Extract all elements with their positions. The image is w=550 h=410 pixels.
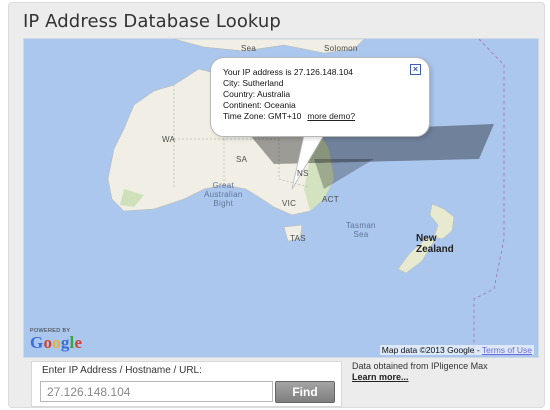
info-window: × Your IP address is 27.126.148.104 City…: [210, 57, 430, 137]
map-label-great-bight: Great Australian Bight: [204, 181, 243, 208]
map-label-tasman-sea: Tasman Sea: [346, 221, 376, 239]
close-icon[interactable]: ×: [410, 64, 421, 75]
google-logo[interactable]: POWERED BY Google: [30, 328, 82, 351]
city-line: City: Sutherland: [223, 78, 284, 88]
timezone-line: Time Zone: GMT+10 more demo?: [223, 111, 417, 122]
continent-line: Continent: Oceania: [223, 100, 296, 110]
map-label-act: ACT: [322, 195, 339, 204]
data-source-text: Data obtained from IPligence Max: [352, 361, 488, 371]
map-label-tas: TAS: [290, 234, 306, 243]
map-canvas[interactable]: Sea Solomon WA SA NS Great Australian Bi…: [23, 38, 539, 358]
country-line: Country: Australia: [223, 89, 291, 99]
lookup-form: Enter IP Address / Hostname / URL: Find: [31, 361, 342, 407]
map-label-new-zealand: New Zealand: [416, 233, 454, 255]
data-source-note: Data obtained from IPligence Max Learn m…: [352, 361, 488, 383]
map-data-text: Map data ©2013 Google -: [381, 345, 480, 355]
learn-more-link[interactable]: Learn more...: [352, 372, 488, 383]
lookup-widget: IP Address Database Lookup Sea Solomon W…: [8, 2, 545, 408]
google-wordmark: Google: [30, 333, 83, 352]
page-title: IP Address Database Lookup: [23, 11, 281, 32]
map-label-vic: VIC: [282, 199, 297, 208]
terms-of-use-link[interactable]: Terms of Use: [482, 345, 532, 355]
map-attribution: Map data ©2013 Google - Terms of Use: [379, 345, 534, 355]
lookup-label: Enter IP Address / Hostname / URL:: [42, 365, 202, 376]
timezone-text: Time Zone: GMT+10: [223, 111, 302, 121]
map-label-sa: SA: [236, 155, 248, 164]
ip-address-input[interactable]: [40, 381, 273, 402]
ip-address-line: Your IP address is 27.126.148.104: [223, 67, 353, 77]
map-label-nsw: NS: [297, 169, 309, 178]
more-demo-link[interactable]: more demo?: [307, 111, 355, 121]
map-label-sea: Sea: [241, 44, 257, 53]
map-label-wa: WA: [162, 135, 176, 144]
map-label-solomon: Solomon: [324, 44, 358, 53]
find-button[interactable]: Find: [275, 381, 335, 403]
